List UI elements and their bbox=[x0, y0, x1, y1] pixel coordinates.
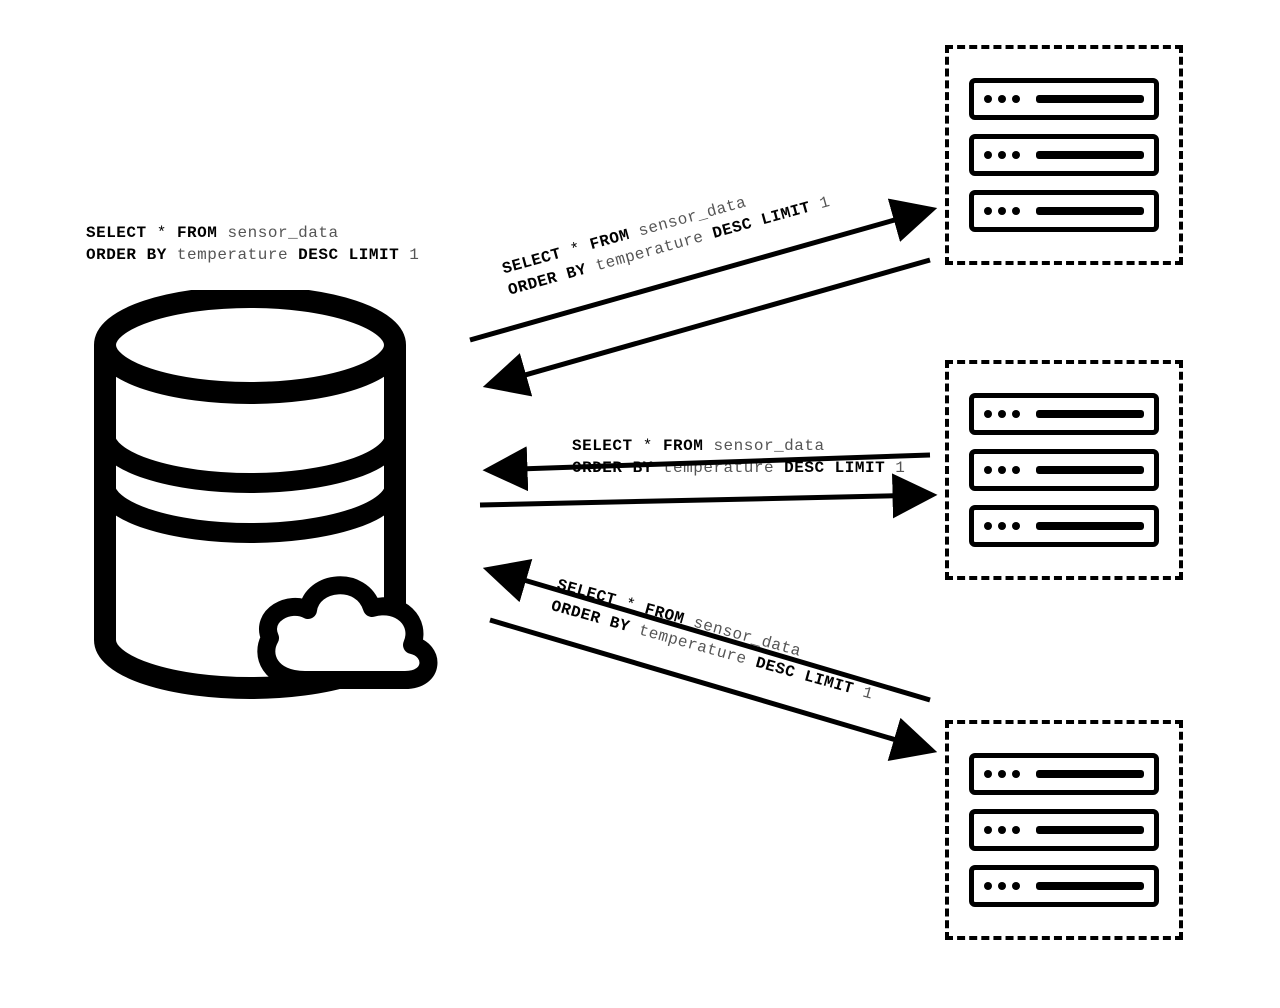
server-unit bbox=[969, 505, 1159, 547]
server-rack-1 bbox=[945, 45, 1183, 265]
server-unit bbox=[969, 190, 1159, 232]
server-unit bbox=[969, 865, 1159, 907]
server-rack-3 bbox=[945, 720, 1183, 940]
sql-label-middle-arrow: SELECT * FROM sensor_data ORDER BY tempe… bbox=[572, 436, 905, 479]
server-rack-2 bbox=[945, 360, 1183, 580]
server-unit bbox=[969, 449, 1159, 491]
server-unit bbox=[969, 809, 1159, 851]
server-unit bbox=[969, 134, 1159, 176]
cloud-icon bbox=[250, 560, 450, 710]
sql-label-top-arrow: SELECT * FROM sensor_data ORDER BY tempe… bbox=[500, 171, 833, 302]
server-unit bbox=[969, 78, 1159, 120]
server-unit bbox=[969, 393, 1159, 435]
sql-label-bottom-arrow: SELECT * FROM sensor_data ORDER BY tempe… bbox=[548, 575, 881, 706]
diagram-canvas: SELECT * FROM sensor_data ORDER BY tempe… bbox=[0, 0, 1280, 1008]
sql-label-database: SELECT * FROM sensor_data ORDER BY tempe… bbox=[86, 223, 419, 266]
server-unit bbox=[969, 753, 1159, 795]
